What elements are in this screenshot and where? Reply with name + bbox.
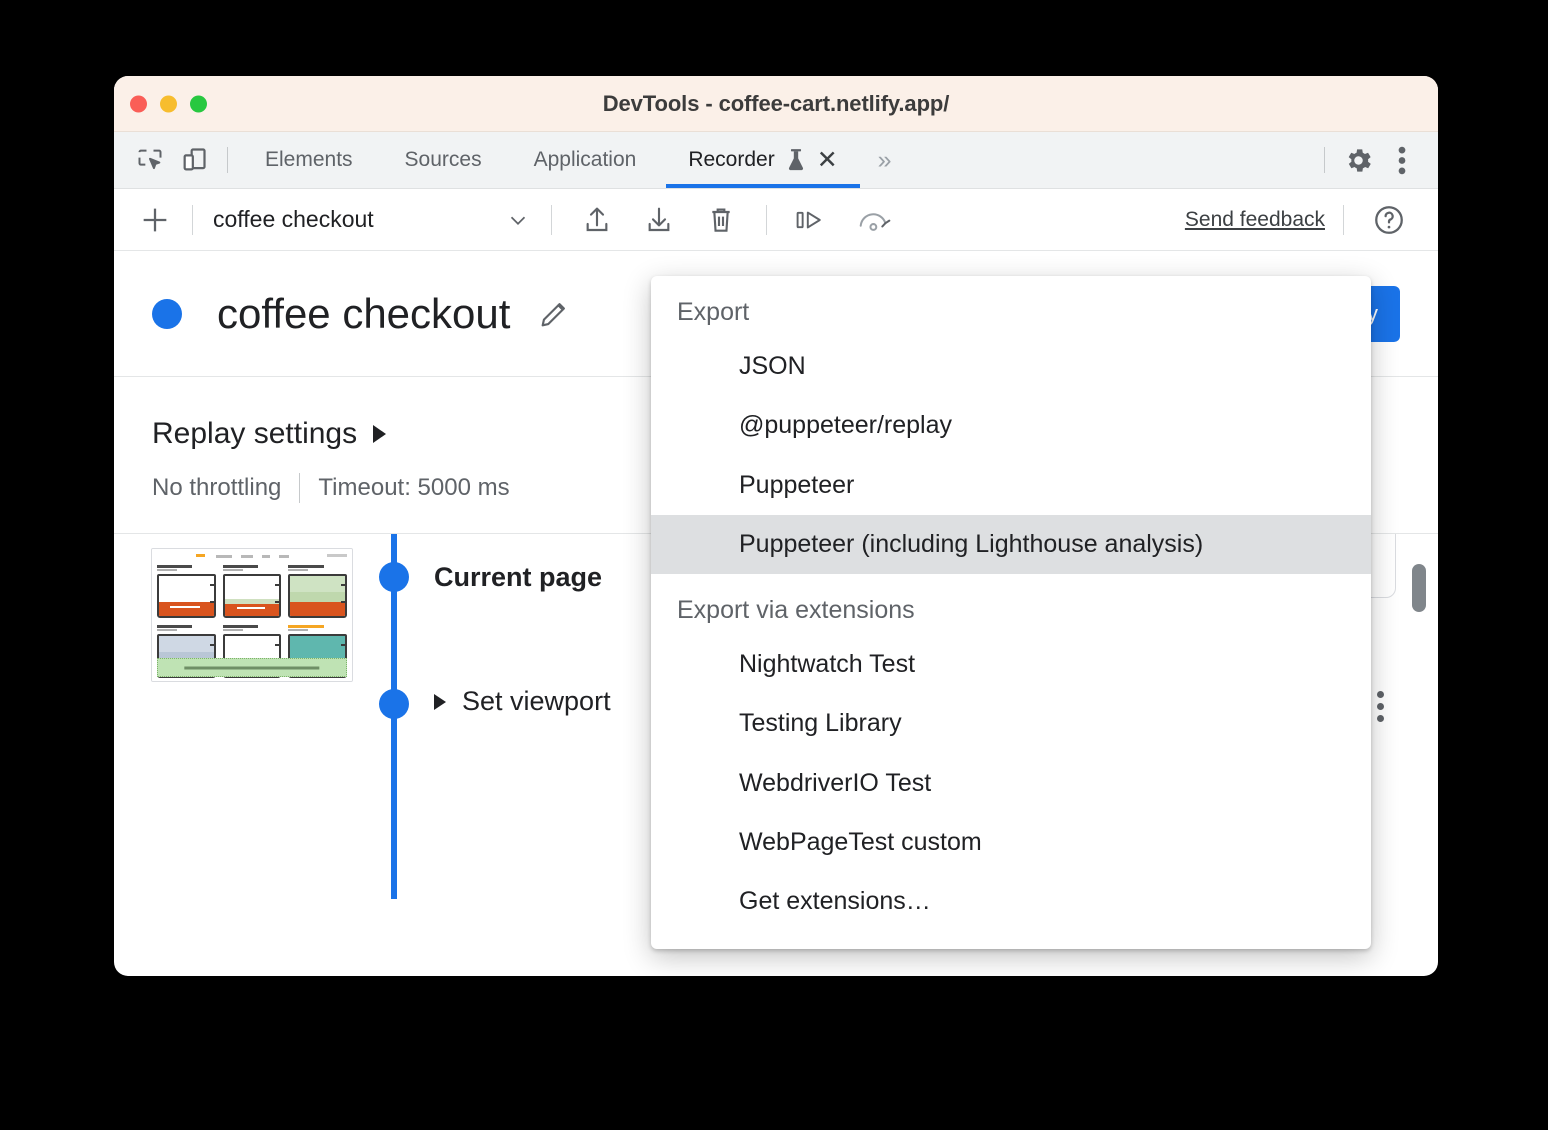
preview-product	[223, 565, 282, 618]
expand-triangle-icon	[373, 425, 386, 443]
send-feedback-link[interactable]: Send feedback	[1185, 208, 1329, 232]
preview-logo	[196, 554, 205, 557]
step-screenshot-thumbnail[interactable]	[151, 548, 353, 682]
recording-title: coffee checkout	[217, 290, 510, 338]
preview-product	[157, 565, 216, 618]
step-replay-button[interactable]	[787, 196, 837, 244]
more-options-icon[interactable]	[1380, 138, 1424, 182]
tab-sources-label: Sources	[405, 148, 482, 172]
step-label: Set viewport	[462, 686, 611, 717]
tabbar-right-controls	[1313, 138, 1424, 182]
device-toolbar-icon[interactable]	[172, 138, 216, 182]
tab-sources[interactable]: Sources	[379, 132, 508, 188]
menu-item-webdriverio-test[interactable]: WebdriverIO Test	[651, 754, 1371, 813]
devtools-tabbar: Elements Sources Application Recorder	[114, 132, 1438, 189]
replay-speed-button[interactable]	[849, 196, 899, 244]
menu-item-puppeteer[interactable]: Puppeteer	[651, 456, 1371, 515]
coffee-cart-page-preview	[152, 549, 352, 681]
toolbar-divider-3	[766, 205, 767, 235]
chevron-down-icon	[505, 207, 537, 233]
toolbar-divider	[227, 147, 228, 173]
screen-root: DevTools - coffee-cart.netlify.app/ Elem…	[0, 0, 1548, 1130]
step-node-current-page[interactable]	[379, 562, 409, 592]
menu-item-puppeteer-lighthouse[interactable]: Puppeteer (including Lighthouse analysis…	[651, 515, 1371, 574]
edit-title-pencil-icon[interactable]	[532, 292, 576, 336]
throttling-value: No throttling	[152, 474, 281, 502]
menu-item-get-extensions[interactable]: Get extensions…	[651, 872, 1371, 931]
import-button[interactable]	[634, 196, 684, 244]
step-row-current-page[interactable]: Current page	[434, 562, 602, 593]
toolbar-divider-4	[1343, 205, 1344, 235]
menu-bottom-padding	[651, 931, 1371, 949]
help-icon[interactable]	[1364, 196, 1414, 244]
delete-button[interactable]	[696, 196, 746, 244]
replay-settings-label: Replay settings	[152, 417, 357, 451]
tab-recorder[interactable]: Recorder ✕	[662, 132, 863, 188]
step-row-set-viewport[interactable]: Set viewport	[434, 686, 611, 717]
summary-divider	[299, 473, 300, 503]
more-tabs-icon[interactable]: »	[864, 146, 906, 175]
close-tab-icon[interactable]: ✕	[817, 148, 838, 173]
tab-application-label: Application	[534, 148, 637, 172]
menu-item-nightwatch-test[interactable]: Nightwatch Test	[651, 635, 1371, 694]
timeout-value: Timeout: 5000 ms	[318, 474, 509, 502]
tabbar-right-divider	[1324, 147, 1325, 173]
window-titlebar: DevTools - coffee-cart.netlify.app/	[114, 76, 1438, 132]
preview-product	[288, 565, 347, 618]
steps-scrollbar-thumb[interactable]	[1412, 564, 1426, 612]
step-expand-triangle-icon[interactable]	[434, 694, 446, 710]
menu-section-export-label: Export	[651, 276, 1371, 337]
preview-promo-banner	[157, 658, 347, 677]
settings-gear-icon[interactable]	[1336, 138, 1380, 182]
toolbar-divider-1	[192, 205, 193, 235]
menu-item-puppeteer-replay[interactable]: @puppeteer/replay	[651, 396, 1371, 455]
window-title: DevTools - coffee-cart.netlify.app/	[114, 91, 1438, 117]
recorder-toolbar: coffee checkout	[114, 189, 1438, 251]
step-options-icon[interactable]	[1377, 691, 1384, 722]
recorder-toolbar-right: Send feedback	[1185, 196, 1420, 244]
tab-elements[interactable]: Elements	[239, 132, 379, 188]
step-label: Current page	[434, 562, 602, 593]
menu-section-extensions-label: Export via extensions	[651, 574, 1371, 635]
preview-total	[327, 554, 347, 557]
export-button[interactable]	[572, 196, 622, 244]
recording-status-dot	[152, 299, 182, 329]
preview-navbar	[152, 549, 352, 563]
tab-elements-label: Elements	[265, 148, 353, 172]
menu-item-testing-library[interactable]: Testing Library	[651, 694, 1371, 753]
inspect-element-icon[interactable]	[128, 138, 172, 182]
tab-list: Elements Sources Application Recorder	[239, 132, 906, 188]
tab-application[interactable]: Application	[508, 132, 663, 188]
step-node-set-viewport[interactable]	[379, 689, 409, 719]
tab-recorder-label: Recorder	[688, 148, 774, 172]
add-recording-button[interactable]	[132, 197, 178, 243]
export-dropdown-menu: Export JSON @puppeteer/replay Puppeteer …	[651, 276, 1371, 949]
steps-scrollbar-track[interactable]	[1418, 544, 1432, 889]
menu-item-webpagetest-custom[interactable]: WebPageTest custom	[651, 813, 1371, 872]
recording-selector-label: coffee checkout	[207, 206, 374, 233]
recording-selector[interactable]: coffee checkout	[207, 206, 537, 233]
experiment-flask-icon	[785, 148, 807, 172]
menu-item-json[interactable]: JSON	[651, 337, 1371, 396]
toolbar-divider-2	[551, 205, 552, 235]
